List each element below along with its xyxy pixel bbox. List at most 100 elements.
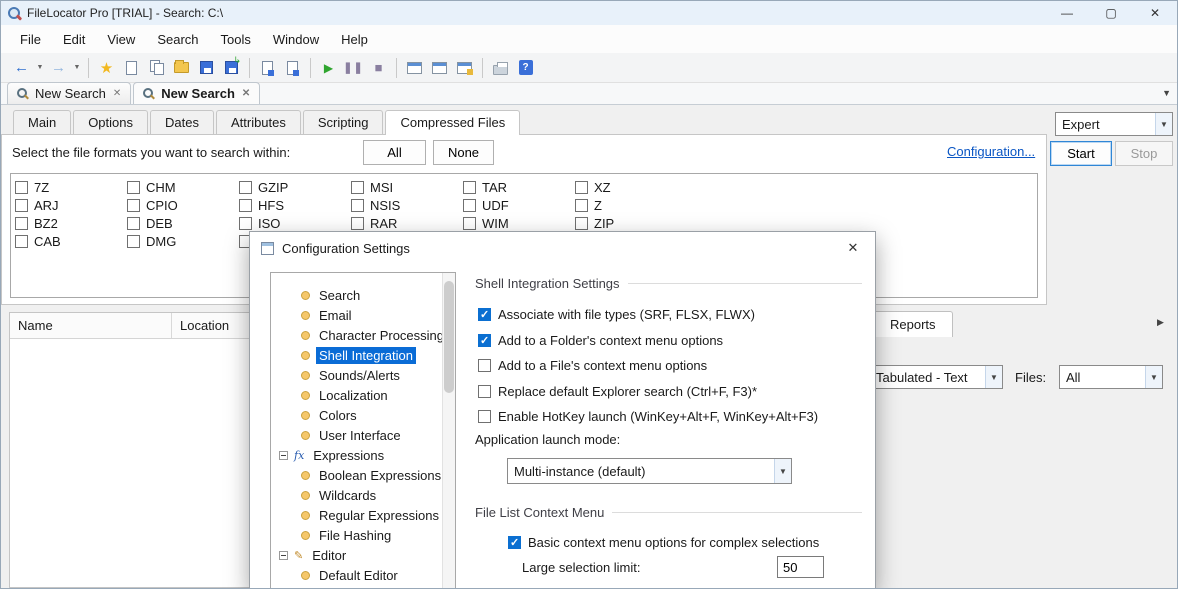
format-option[interactable]: ARJ <box>15 196 61 214</box>
checkbox[interactable] <box>351 199 364 212</box>
tab-list-dropdown-icon[interactable]: ▼ <box>1162 88 1171 98</box>
tree-item-expressions[interactable]: Expressions <box>271 445 444 465</box>
new-document-icon[interactable] <box>119 56 144 80</box>
tab-scripting[interactable]: Scripting <box>303 110 384 134</box>
tree-item-shell-integration[interactable]: Shell Integration <box>271 345 444 365</box>
export-report-icon[interactable] <box>452 56 477 80</box>
format-option[interactable]: 7Z <box>15 178 61 196</box>
stop-button[interactable]: Stop <box>1115 141 1173 166</box>
format-option[interactable]: HFS <box>239 196 288 214</box>
scrollbar-thumb[interactable] <box>444 281 454 393</box>
option-folder-context-menu[interactable]: Add to a Folder's context menu options <box>478 331 723 349</box>
checkbox[interactable] <box>575 199 588 212</box>
forward-icon[interactable]: → <box>46 56 71 80</box>
format-option[interactable]: DEB <box>127 214 178 232</box>
tree-item-sounds-alerts[interactable]: Sounds/Alerts <box>271 365 444 385</box>
menu-help[interactable]: Help <box>330 28 379 51</box>
close-tab-icon[interactable]: ✕ <box>242 88 250 99</box>
format-option[interactable]: RAR <box>351 214 400 232</box>
start-search-icon[interactable]: ▶ <box>316 56 341 80</box>
checkbox[interactable] <box>478 334 491 347</box>
close-tab-icon[interactable]: ✕ <box>113 88 121 99</box>
menu-tools[interactable]: Tools <box>210 28 262 51</box>
menu-search[interactable]: Search <box>146 28 209 51</box>
pause-search-icon[interactable]: ❚❚ <box>341 56 366 80</box>
format-option[interactable]: BZ2 <box>15 214 61 232</box>
tree-item-editor[interactable]: Editor <box>271 545 444 565</box>
tab-dates[interactable]: Dates <box>150 110 214 134</box>
checkbox[interactable] <box>239 199 252 212</box>
tree-item-boolean-expressions[interactable]: Boolean Expressions <box>271 465 444 485</box>
tab-options[interactable]: Options <box>73 110 148 134</box>
launch-mode-select[interactable]: Multi-instance (default) ▼ <box>507 458 792 484</box>
tab-reports[interactable]: Reports <box>873 311 953 337</box>
tree-item-search[interactable]: Search <box>271 285 444 305</box>
save-criteria-icon[interactable] <box>280 56 305 80</box>
chevron-down-icon[interactable]: ▼ <box>1145 366 1162 388</box>
tree-item-file-hashing[interactable]: File Hashing <box>271 525 444 545</box>
minimize-icon[interactable]: — <box>1045 1 1089 25</box>
files-select[interactable]: All ▼ <box>1059 365 1163 389</box>
checkbox[interactable] <box>239 217 252 230</box>
collapse-icon[interactable] <box>279 451 288 460</box>
checkbox[interactable] <box>478 359 491 372</box>
copy-icon[interactable] <box>144 56 169 80</box>
format-option[interactable]: UDF <box>463 196 509 214</box>
checkbox[interactable] <box>463 217 476 230</box>
tab-compressed-files[interactable]: Compressed Files <box>385 110 520 135</box>
load-criteria-icon[interactable] <box>255 56 280 80</box>
checkbox[interactable] <box>239 181 252 194</box>
checkbox[interactable] <box>127 217 140 230</box>
menu-window[interactable]: Window <box>262 28 330 51</box>
report-format-select[interactable]: Tabulated - Text ▼ <box>869 365 1003 389</box>
column-header-name[interactable]: Name <box>10 313 172 338</box>
print-icon[interactable] <box>488 56 513 80</box>
checkbox[interactable] <box>575 217 588 230</box>
checkbox[interactable] <box>478 410 491 423</box>
chevron-down-icon[interactable]: ▼ <box>1155 113 1172 135</box>
format-option[interactable]: TAR <box>463 178 509 196</box>
tab-attributes[interactable]: Attributes <box>216 110 301 134</box>
option-associate-file-types[interactable]: Associate with file types (SRF, FLSX, FL… <box>478 305 755 323</box>
tree-item-colors[interactable]: Colors <box>271 405 444 425</box>
format-option[interactable]: CPIO <box>127 196 178 214</box>
format-option[interactable]: CAB <box>15 232 61 250</box>
favorites-icon[interactable]: ★ <box>94 56 119 80</box>
tree-item-localization[interactable]: Localization <box>271 385 444 405</box>
checkbox[interactable] <box>351 217 364 230</box>
tree-item-character-processing[interactable]: Character Processing <box>271 325 444 345</box>
checkbox[interactable] <box>127 181 140 194</box>
menu-file[interactable]: File <box>9 28 52 51</box>
stop-search-icon[interactable]: ■ <box>366 56 391 80</box>
checkbox[interactable] <box>463 199 476 212</box>
chevron-down-icon[interactable]: ▼ <box>985 366 1002 388</box>
menu-edit[interactable]: Edit <box>52 28 96 51</box>
option-basic-context-menu[interactable]: Basic context menu options for complex s… <box>508 533 819 551</box>
format-option[interactable]: NSIS <box>351 196 400 214</box>
tab-scroll-right-icon[interactable]: ▶ <box>1157 317 1164 328</box>
tree-item-external-editor[interactable]: External Editor <box>271 585 444 589</box>
tree-scrollbar[interactable] <box>442 273 455 589</box>
back-dropdown-icon[interactable]: ▼ <box>34 56 46 80</box>
option-file-context-menu[interactable]: Add to a File's context menu options <box>478 356 707 374</box>
checkbox[interactable] <box>127 235 140 248</box>
format-option[interactable]: WIM <box>463 214 509 232</box>
results-view-icon[interactable] <box>402 56 427 80</box>
checkbox[interactable] <box>575 181 588 194</box>
format-option[interactable]: DMG <box>127 232 178 250</box>
all-button[interactable]: All <box>363 140 426 165</box>
format-option[interactable]: ZIP <box>575 214 614 232</box>
collapse-icon[interactable] <box>279 551 288 560</box>
start-button[interactable]: Start <box>1050 141 1112 166</box>
forward-dropdown-icon[interactable]: ▼ <box>71 56 83 80</box>
format-option[interactable]: GZIP <box>239 178 288 196</box>
checkbox[interactable] <box>15 217 28 230</box>
checkbox[interactable] <box>351 181 364 194</box>
report-view-icon[interactable] <box>427 56 452 80</box>
format-option[interactable]: CHM <box>127 178 178 196</box>
option-hotkey-launch[interactable]: Enable HotKey launch (WinKey+Alt+F, WinK… <box>478 407 818 425</box>
expert-mode-select[interactable]: Expert ▼ <box>1055 112 1173 136</box>
large-selection-limit-input[interactable] <box>777 556 824 578</box>
tab-main[interactable]: Main <box>13 110 71 134</box>
chevron-down-icon[interactable]: ▼ <box>774 459 791 483</box>
